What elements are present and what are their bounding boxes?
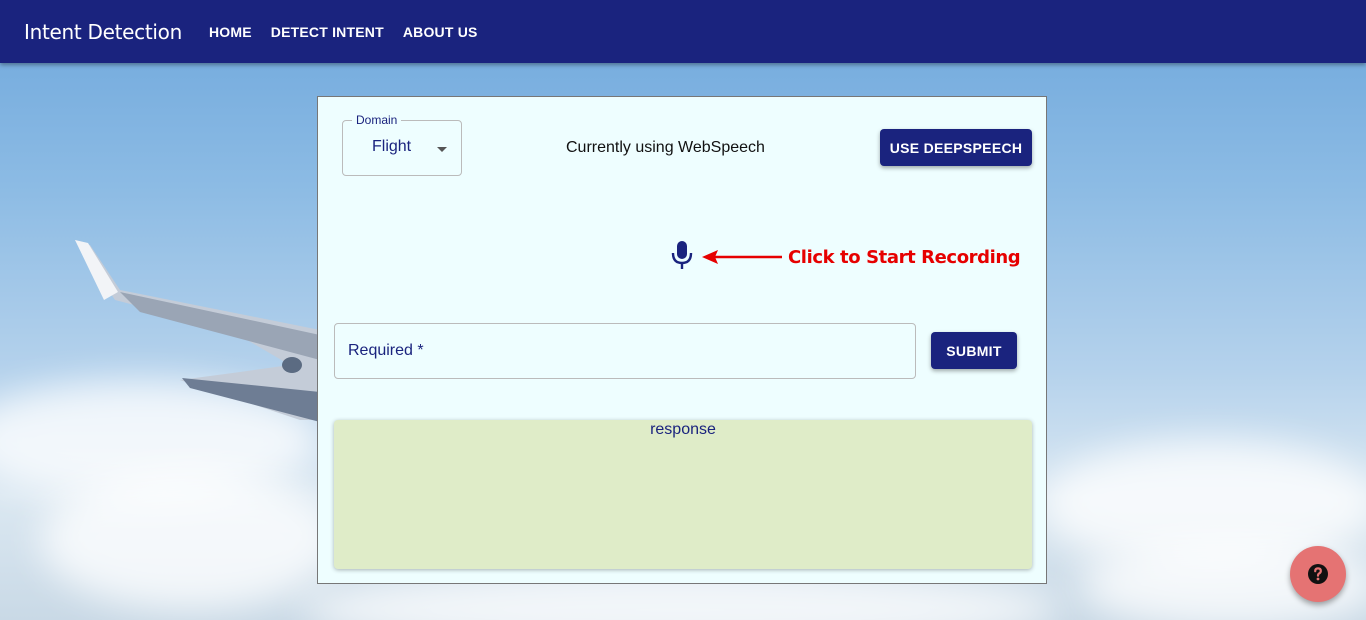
query-input-placeholder: Required * [348,342,424,359]
question-circle-icon [1308,564,1328,584]
response-panel: response [334,420,1032,569]
record-hint-text: Click to Start Recording [788,247,1021,268]
help-button[interactable] [1290,546,1346,602]
query-input[interactable]: Required * [334,323,916,379]
speech-engine-status: Currently using WebSpeech [566,139,765,156]
caret-down-icon [437,147,447,152]
response-text: response [650,421,716,438]
nav-home[interactable]: HOME [209,24,252,40]
app-title[interactable]: Intent Detection [24,20,182,44]
app-bar: Intent Detection HOME DETECT INTENT ABOU… [0,0,1366,63]
nav-detect-intent[interactable]: DETECT INTENT [271,24,384,40]
domain-select-label: Domain [352,112,402,128]
microphone-icon[interactable] [670,240,694,270]
nav-about-us[interactable]: ABOUT US [403,24,478,40]
arrow-left-icon [702,250,782,264]
submit-button[interactable]: SUBMIT [931,332,1017,369]
use-deepspeech-button[interactable]: USE DEEPSPEECH [880,129,1032,166]
intent-card: Domain Flight Currently using WebSpeech … [317,96,1047,584]
domain-select-value: Flight [372,138,412,155]
domain-select[interactable]: Domain Flight [342,112,462,176]
